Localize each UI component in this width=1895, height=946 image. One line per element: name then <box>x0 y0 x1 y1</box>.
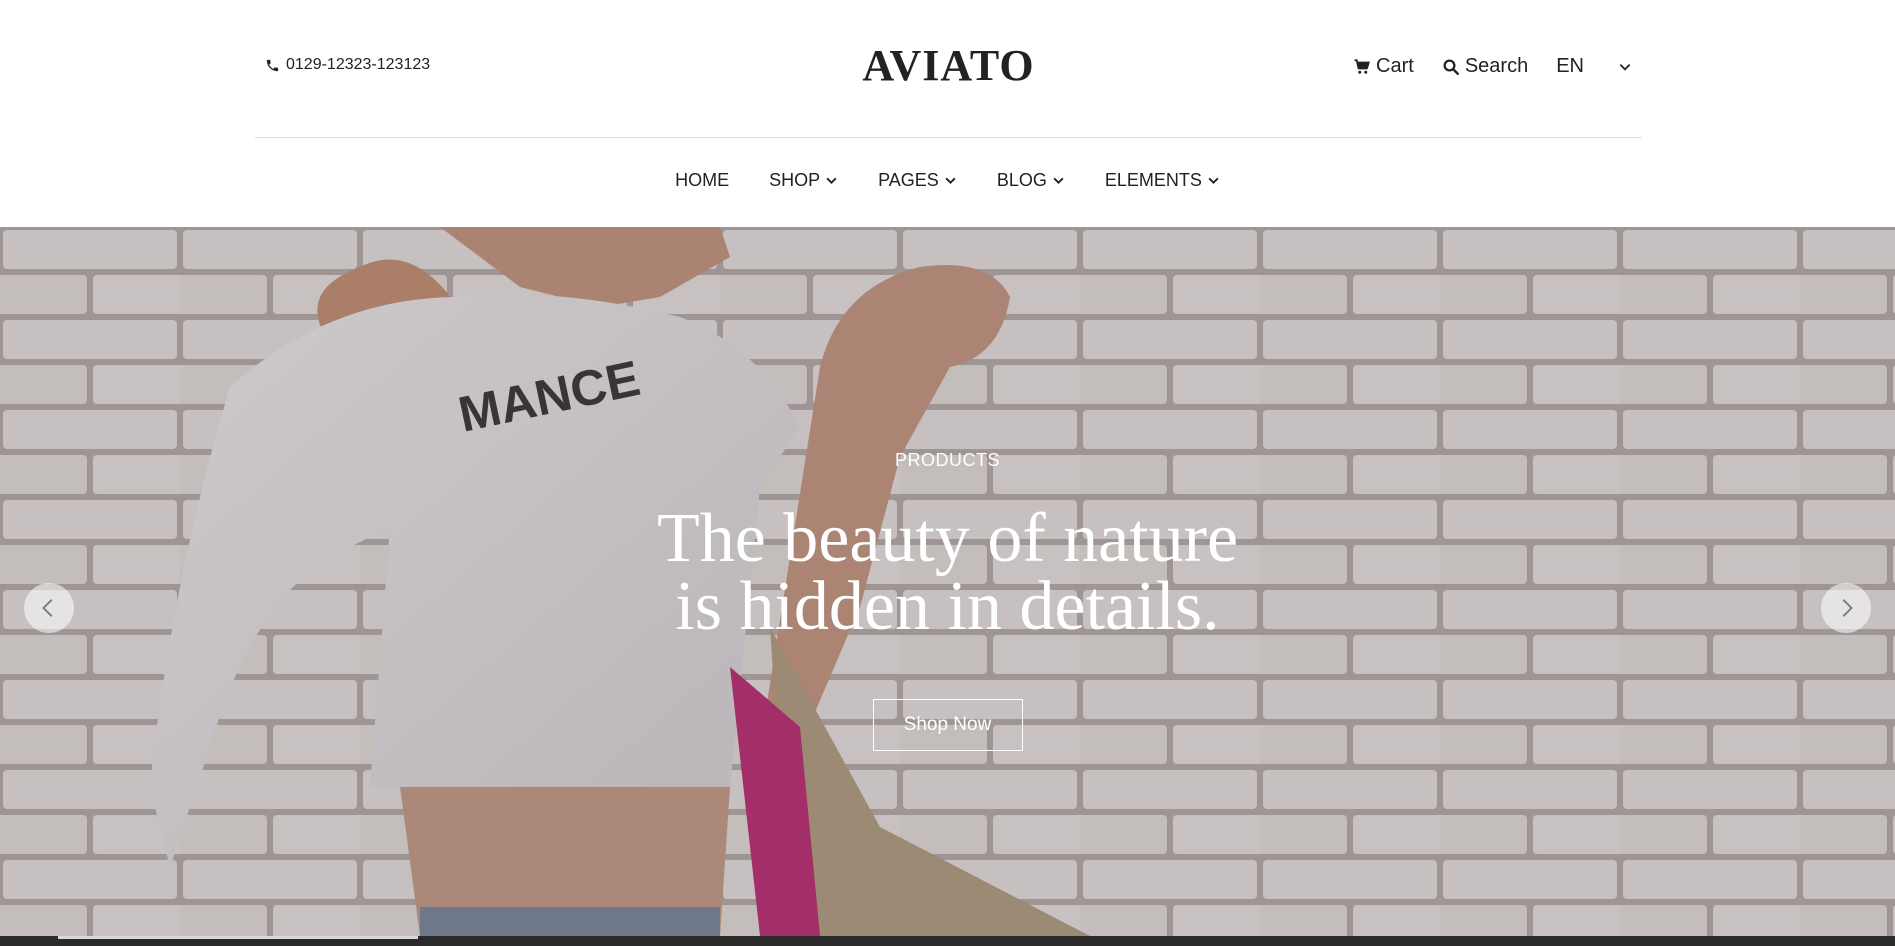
cart-button[interactable]: Cart <box>1353 55 1414 78</box>
chevron-down-icon <box>1208 177 1219 185</box>
slider-progress-bar <box>0 936 1895 946</box>
search-button[interactable]: Search <box>1442 55 1528 78</box>
nav-item-label: ELEMENTS <box>1104 170 1202 190</box>
hero-slider: MANCE PRODUCTS The beauty of nature is h… <box>0 227 1895 936</box>
nav-item-home[interactable]: HOME <box>675 170 729 191</box>
chevron-right-icon <box>1842 599 1853 617</box>
chevron-down-icon <box>1053 177 1064 185</box>
hero-kicker: PRODUCTS <box>894 450 1000 470</box>
slider-progress-indicator <box>58 936 418 939</box>
nav-item-label: HOME <box>675 170 730 190</box>
search-icon <box>1443 59 1459 75</box>
cart-icon <box>1354 58 1370 74</box>
hero-content: PRODUCTS The beauty of nature is hidden … <box>0 450 1895 751</box>
chevron-down-icon <box>945 177 956 185</box>
nav-item-label: SHOP <box>769 170 821 190</box>
chevron-down-icon <box>1619 63 1631 71</box>
header-tools: Cart Search EN <box>1353 55 1632 78</box>
logo-text: AVIATO <box>862 41 1035 90</box>
search-label: Search <box>1464 55 1529 77</box>
chevron-left-icon <box>42 599 53 617</box>
chevron-down-icon <box>826 177 837 185</box>
main-nav: HOME SHOP PAGES BLOG ELEMENTS <box>0 170 1895 191</box>
nav-item-elements[interactable]: ELEMENTS <box>1105 170 1220 191</box>
hero-headline-line-1: The beauty of nature <box>656 500 1239 577</box>
shop-now-button[interactable]: Shop Now <box>872 699 1023 751</box>
cart-label: Cart <box>1376 55 1414 77</box>
nav-item-shop[interactable]: SHOP <box>769 170 838 191</box>
language-value: EN <box>1556 55 1584 77</box>
language-select[interactable]: EN <box>1556 55 1632 78</box>
header-top-bar: 0129-12323-123123 AVIATO Cart Search EN <box>255 0 1642 138</box>
hero-headline-line-2: is hidden in details. <box>675 568 1220 645</box>
nav-item-pages[interactable]: PAGES <box>878 170 957 191</box>
nav-item-label: PAGES <box>878 170 939 190</box>
nav-item-label: BLOG <box>996 170 1047 190</box>
hero-headline: The beauty of nature is hidden in detail… <box>0 500 1895 645</box>
slider-prev-button[interactable] <box>24 583 74 633</box>
slider-next-button[interactable] <box>1821 583 1871 633</box>
nav-item-blog[interactable]: BLOG <box>997 170 1065 191</box>
